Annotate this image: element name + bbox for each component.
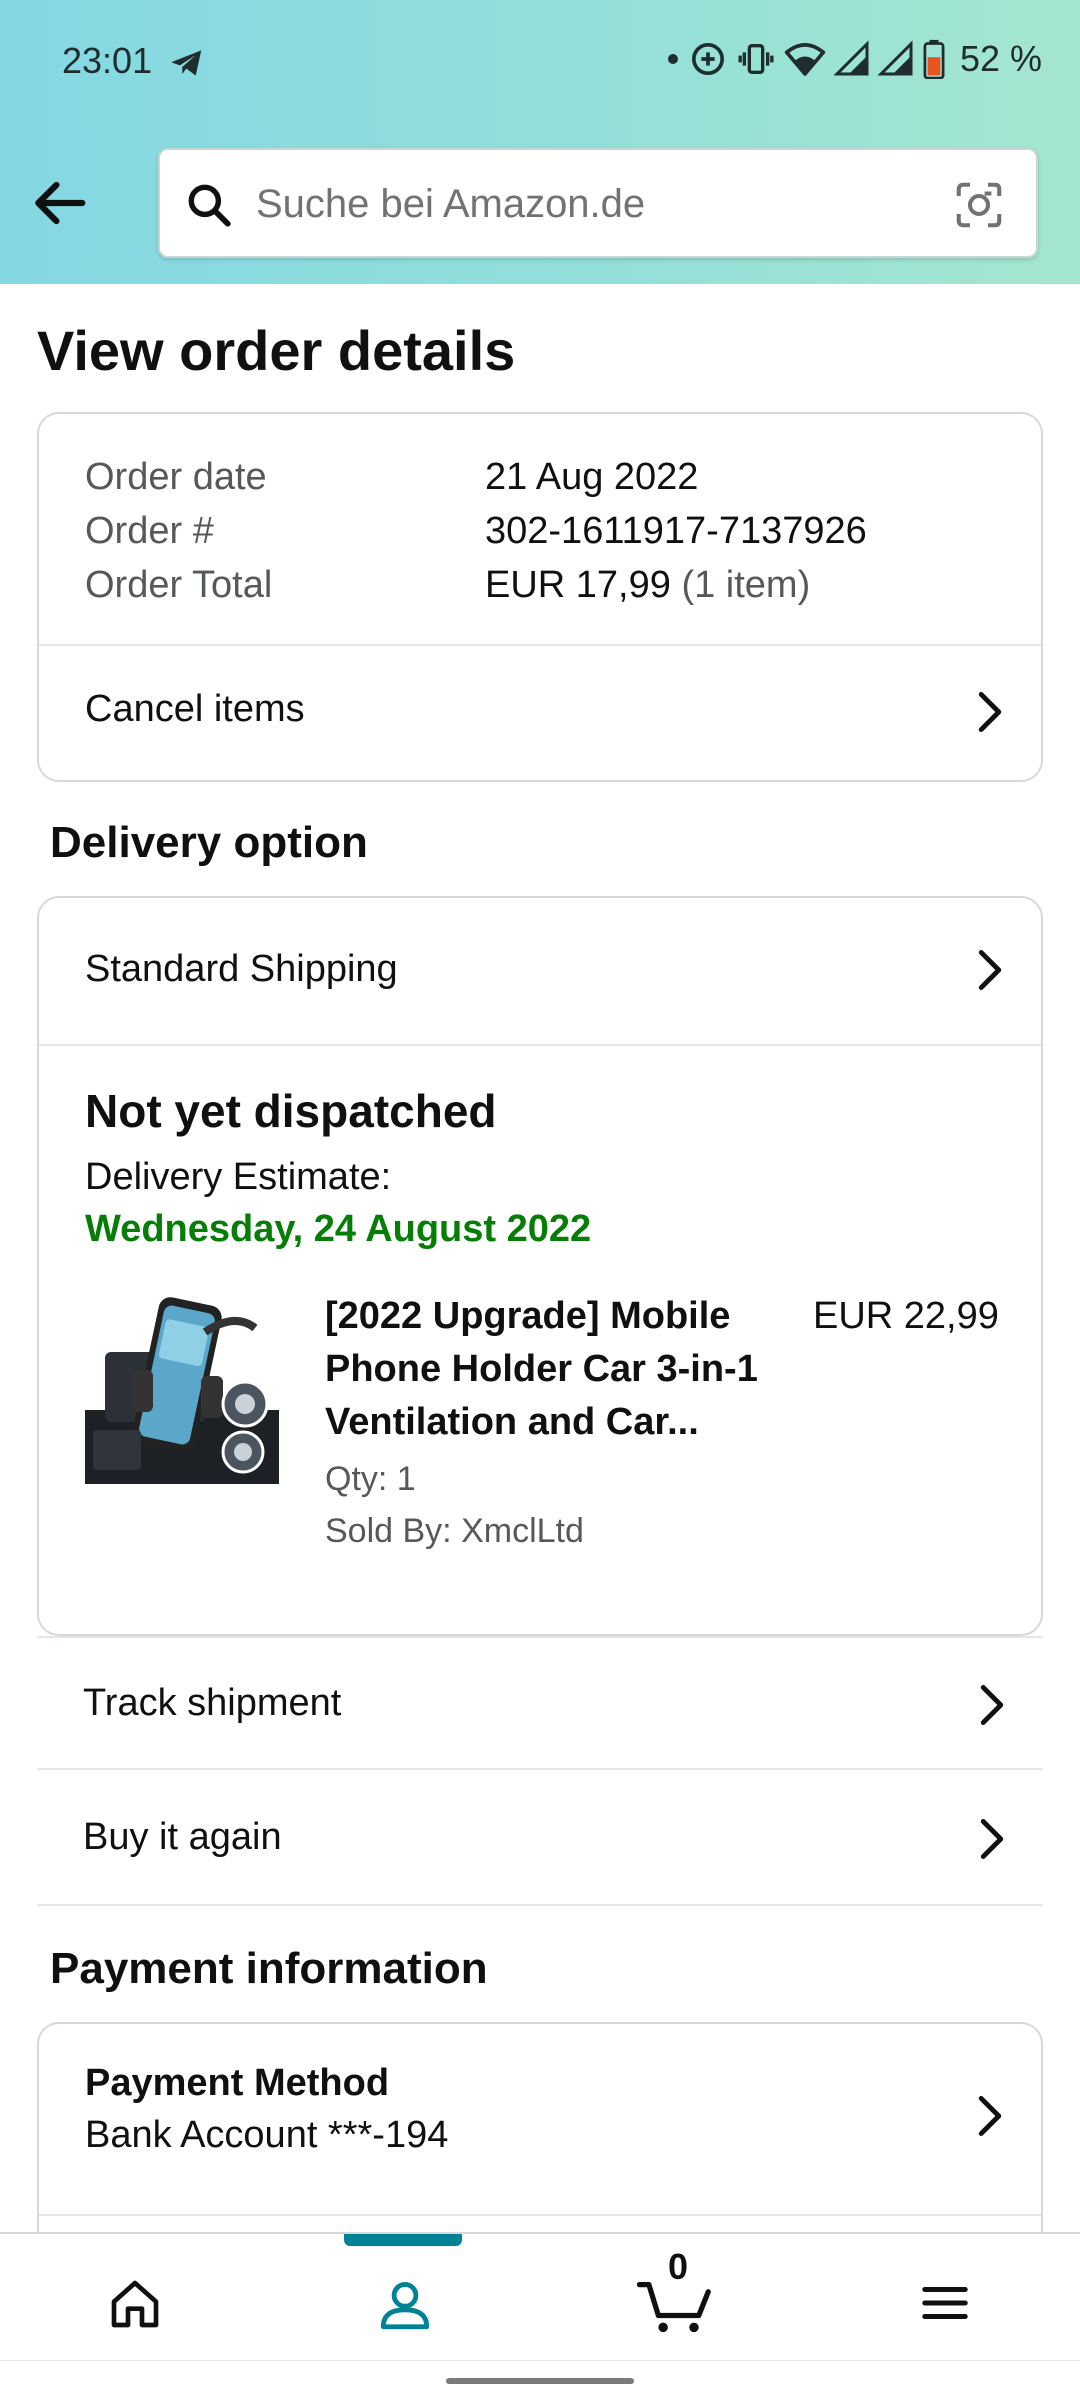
delivery-card: Standard Shipping Not yet dispatched Del… [37, 896, 1043, 1636]
notification-dot-icon [667, 54, 678, 64]
telegram-icon [171, 50, 202, 76]
status-bar: 23:01 52 % [0, 0, 1080, 126]
order-total-label: Order Total [85, 564, 273, 606]
signal-icon-1 [833, 40, 869, 76]
order-date-label: Order date [85, 456, 267, 498]
standard-shipping-button[interactable]: Standard Shipping [39, 898, 1041, 1044]
chevron-right-icon [978, 2095, 1002, 2137]
signal-icon-2 [877, 40, 913, 76]
order-summary-card: Order date 21 Aug 2022 Order # 302-16119… [37, 412, 1043, 782]
order-number-label: Order # [85, 510, 214, 552]
product-quantity: Qty: 1 [325, 1460, 416, 1498]
page-title: View order details [37, 319, 516, 382]
cancel-items-label: Cancel items [85, 688, 305, 730]
chevron-right-icon [980, 1818, 1004, 1860]
status-icons: 52 % [666, 36, 1042, 82]
search-bar[interactable] [158, 148, 1038, 258]
payment-method-value: Bank Account ***-194 [85, 2114, 449, 2156]
battery-percent: 52 % [959, 38, 1042, 79]
product-price: EUR 22,99 [813, 1295, 999, 1337]
order-item-count: (1 item) [681, 564, 811, 606]
buy-it-again-label: Buy it again [83, 1816, 282, 1858]
delivery-estimate-label: Delivery Estimate: [85, 1156, 392, 1198]
camera-scan-icon[interactable] [952, 178, 1006, 232]
back-arrow-icon[interactable] [28, 172, 90, 234]
payment-method-title: Payment Method [85, 2062, 390, 2104]
home-icon [111, 2280, 159, 2328]
chevron-right-icon [978, 949, 1002, 991]
product-title[interactable]: [2022 Upgrade] Mobile Phone Holder Car 3… [325, 1290, 795, 1449]
delivery-estimate-date: Wednesday, 24 August 2022 [85, 1208, 592, 1250]
order-total-value: EUR 17,99 (1 item) [485, 564, 810, 607]
data-saver-icon [691, 43, 724, 75]
order-number-value: 302-1611917-7137926 [485, 510, 867, 552]
payment-section-title: Payment information [50, 1944, 488, 1993]
divider [39, 1044, 1041, 1046]
vibrate-icon [738, 44, 774, 74]
search-input[interactable] [256, 172, 876, 236]
status-time: 23:01 [62, 40, 153, 81]
order-total-amount: EUR 17,99 [485, 564, 671, 606]
divider [39, 2214, 1041, 2216]
account-icon [380, 2282, 430, 2330]
shipping-option-label: Standard Shipping [85, 948, 398, 990]
hamburger-menu-icon [922, 2287, 968, 2319]
cancel-items-button[interactable]: Cancel items [39, 646, 1041, 782]
nav-home[interactable] [0, 2234, 270, 2362]
nav-menu[interactable] [810, 2234, 1080, 2362]
chevron-right-icon [978, 691, 1002, 733]
search-icon [188, 184, 231, 227]
battery-icon [923, 39, 945, 79]
track-shipment-button[interactable]: Track shipment [37, 1636, 1043, 1770]
bottom-navigation: 0 [0, 2232, 1080, 2362]
buy-it-again-button[interactable]: Buy it again [37, 1772, 1043, 1906]
product-seller: Sold By: XmclLtd [325, 1512, 584, 1550]
shipment-status: Not yet dispatched [85, 1085, 497, 1137]
gesture-navigation-area [0, 2360, 1080, 2401]
nav-account[interactable] [270, 2234, 540, 2362]
wifi-icon [784, 43, 826, 76]
track-shipment-label: Track shipment [83, 1682, 342, 1724]
product-image[interactable] [85, 1292, 279, 1484]
delivery-section-title: Delivery option [50, 818, 368, 867]
cart-count: 0 [668, 2246, 689, 2287]
app-header: 23:01 52 % Suche bei Amazon.de [0, 0, 1080, 284]
chevron-right-icon [980, 1684, 1004, 1726]
gesture-bar[interactable] [446, 2378, 634, 2384]
order-date-value: 21 Aug 2022 [485, 456, 699, 498]
